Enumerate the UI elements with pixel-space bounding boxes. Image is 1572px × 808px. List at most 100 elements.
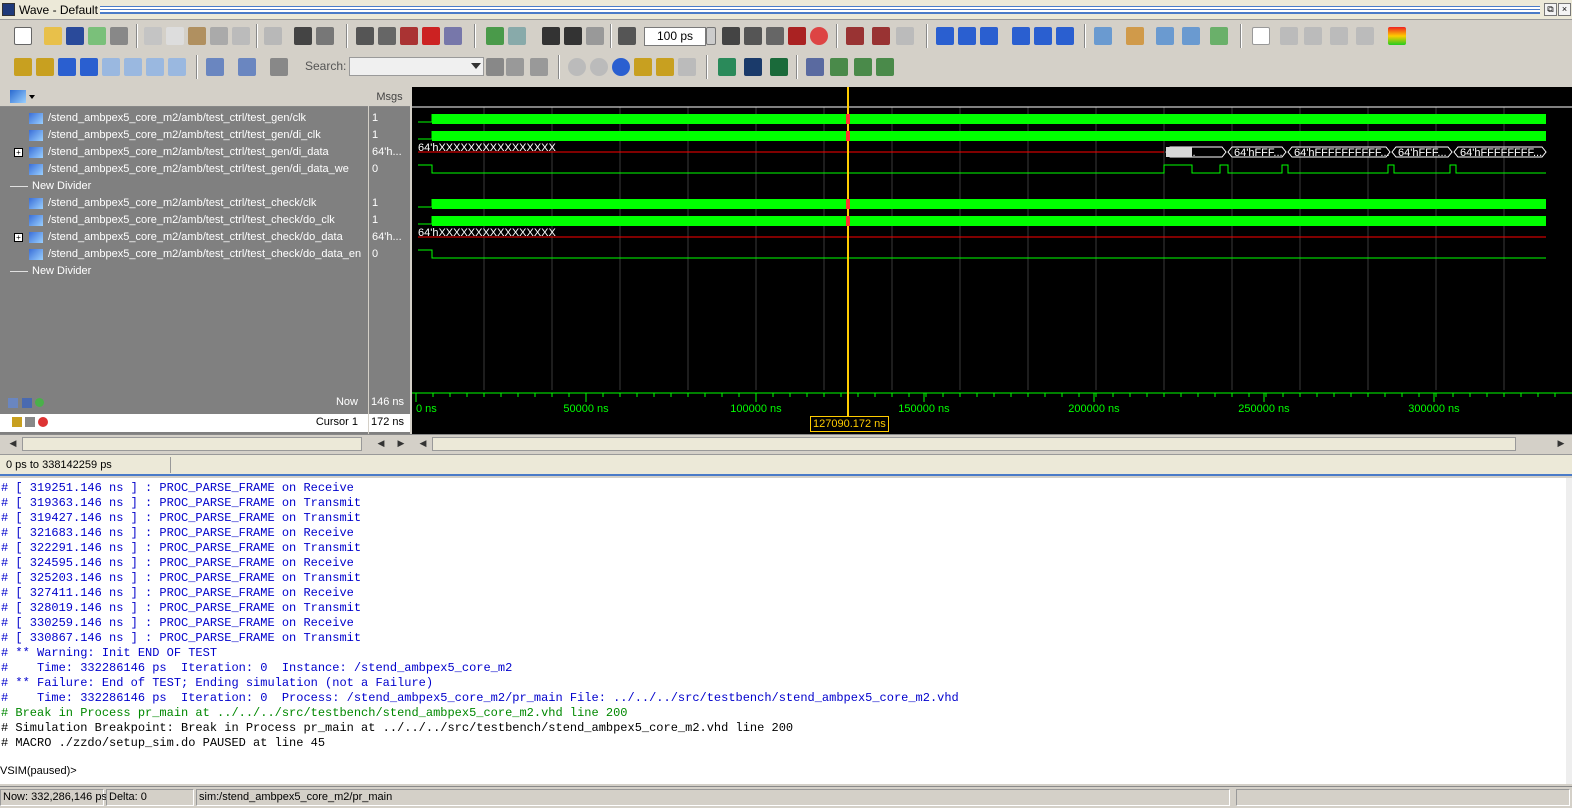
hand-icon[interactable] — [896, 27, 914, 45]
hierarchy-icon[interactable] — [316, 27, 334, 45]
transcript-scrollbar[interactable] — [1566, 478, 1572, 784]
run-length-spinner[interactable] — [706, 27, 716, 45]
signal-row[interactable]: /stend_ambpex5_core_m2/amb/test_ctrl/tes… — [0, 195, 368, 212]
breakpoint-icon[interactable] — [264, 27, 282, 45]
signal-row[interactable]: + /stend_ambpex5_core_m2/amb/test_ctrl/te… — [0, 144, 368, 161]
step-out-dark-icon[interactable] — [1056, 27, 1074, 45]
edit-cursor-icon[interactable] — [1330, 27, 1348, 45]
zoom-in-icon[interactable] — [568, 58, 586, 76]
edge-4-icon[interactable] — [168, 58, 186, 76]
expand-plus-icon[interactable]: + — [14, 233, 23, 242]
signal-scrollbar[interactable] — [22, 437, 362, 451]
abort-icon[interactable] — [810, 27, 828, 45]
run-all-icon[interactable] — [766, 27, 784, 45]
signal-row[interactable]: /stend_ambpex5_core_m2/amb/test_ctrl/tes… — [0, 127, 368, 144]
wave-pane[interactable]: 64'hXXXXXXXXXXXXXXXX 64'hXXXXXXXXXXXXXXXX… — [412, 87, 1572, 390]
step-out-icon[interactable] — [980, 27, 998, 45]
move-icon[interactable] — [1304, 27, 1322, 45]
next-edge-icon[interactable] — [80, 58, 98, 76]
layout-4-icon[interactable] — [1182, 27, 1200, 45]
run-length-field[interactable]: 100 ps — [644, 27, 706, 46]
restart-icon[interactable] — [444, 27, 462, 45]
redo-icon[interactable] — [232, 27, 250, 45]
cursor-options-icon[interactable] — [22, 398, 32, 408]
wave-format-icon[interactable] — [270, 58, 288, 76]
scroll-left-icon[interactable]: ◀ — [416, 437, 430, 451]
zoom-out-icon[interactable] — [590, 58, 608, 76]
continue-icon[interactable] — [744, 27, 762, 45]
signal-row[interactable]: /stend_ambpex5_core_m2/amb/test_ctrl/tes… — [0, 246, 368, 263]
copy-icon[interactable] — [166, 27, 184, 45]
run-length-icon[interactable] — [618, 27, 636, 45]
wave-options-icon[interactable] — [508, 27, 526, 45]
edge-1-icon[interactable] — [102, 58, 120, 76]
layout-2-icon[interactable] — [1126, 27, 1144, 45]
delete-cursor-icon[interactable] — [36, 58, 54, 76]
signal-tools-icon[interactable] — [10, 90, 26, 103]
simulate-icon[interactable] — [400, 27, 418, 45]
zoom-cursor-icon[interactable] — [634, 58, 652, 76]
layout-1-icon[interactable] — [1094, 27, 1112, 45]
undock-icon[interactable]: ⧉ — [1544, 3, 1557, 16]
transcript-pane[interactable]: # [ 319251.146 ns ] : PROC_PARSE_FRAME o… — [0, 478, 1572, 784]
signal-row[interactable]: /stend_ambpex5_core_m2/amb/test_ctrl/tes… — [0, 212, 368, 229]
up-arrow-icon[interactable] — [542, 27, 560, 45]
search-back-icon[interactable] — [506, 58, 524, 76]
traffic-light-icon[interactable] — [1388, 27, 1406, 45]
compile-icon[interactable] — [356, 27, 374, 45]
expand-icon[interactable] — [206, 58, 224, 76]
run-icon[interactable] — [722, 27, 740, 45]
add-cursor-icon[interactable] — [8, 398, 18, 408]
paste-icon[interactable] — [188, 27, 206, 45]
step-over-icon[interactable] — [872, 27, 890, 45]
back-arrow-icon[interactable] — [564, 27, 582, 45]
lock-icon[interactable] — [12, 417, 22, 427]
step-into-icon[interactable] — [936, 27, 954, 45]
divider-row[interactable]: New Divider — [10, 178, 365, 195]
layout-3-icon[interactable] — [1156, 27, 1174, 45]
scroll-right-icon[interactable]: ▶ — [394, 437, 408, 451]
signal-row[interactable]: + /stend_ambpex5_core_m2/amb/test_ctrl/te… — [0, 229, 368, 246]
wave-add-icon[interactable] — [486, 27, 504, 45]
cursor-time-label[interactable]: 127090.172 ns — [810, 416, 889, 432]
step-into-dark-icon[interactable] — [1012, 27, 1030, 45]
chevron-down-icon[interactable] — [29, 95, 35, 99]
previous-edge-icon[interactable] — [58, 58, 76, 76]
step-icon[interactable] — [846, 27, 864, 45]
wave-style-4-icon[interactable] — [876, 58, 894, 76]
zoom-cursors-icon[interactable] — [656, 58, 674, 76]
expand-plus-icon[interactable]: + — [14, 148, 23, 157]
wave-list-icon[interactable] — [1356, 27, 1374, 45]
signal-row[interactable]: /stend_ambpex5_core_m2/amb/test_ctrl/tes… — [0, 161, 368, 178]
delete-cursor-icon[interactable] — [38, 417, 48, 427]
chevron-down-icon[interactable] — [471, 63, 481, 69]
break-icon[interactable] — [422, 27, 440, 45]
edge-2-icon[interactable] — [124, 58, 142, 76]
wave-display-2-icon[interactable] — [744, 58, 762, 76]
search-forward-icon[interactable] — [486, 58, 504, 76]
zoom-full-icon[interactable] — [612, 58, 630, 76]
undo-icon[interactable] — [210, 27, 228, 45]
find-icon[interactable] — [294, 27, 312, 45]
reload-icon[interactable] — [88, 27, 106, 45]
wave-style-3-icon[interactable] — [854, 58, 872, 76]
divider-row[interactable]: New Divider — [10, 263, 365, 280]
collapse-icon[interactable] — [238, 58, 256, 76]
wave-style-1-icon[interactable] — [806, 58, 824, 76]
cut-icon[interactable] — [144, 27, 162, 45]
cursor-row[interactable]: Cursor 1 — [0, 414, 368, 432]
search-options-icon[interactable] — [530, 58, 548, 76]
close-icon[interactable]: × — [1558, 3, 1571, 16]
compile-all-icon[interactable] — [378, 27, 396, 45]
forward-arrow-icon[interactable] — [586, 27, 604, 45]
wrench-icon[interactable] — [25, 417, 35, 427]
time-ruler[interactable]: 0 ns 50000 ns 100000 ns 150000 ns 200000 ns 2… — [412, 390, 1572, 434]
open-folder-icon[interactable] — [44, 27, 62, 45]
print-icon[interactable] — [110, 27, 128, 45]
scroll-left-icon[interactable]: ◀ — [6, 437, 20, 451]
step-over-blue-icon[interactable] — [958, 27, 976, 45]
scroll-right-icon[interactable]: ▶ — [1554, 437, 1568, 451]
insert-cursor-icon[interactable] — [14, 58, 32, 76]
stop-icon[interactable] — [788, 27, 806, 45]
add-icon[interactable] — [35, 398, 44, 407]
